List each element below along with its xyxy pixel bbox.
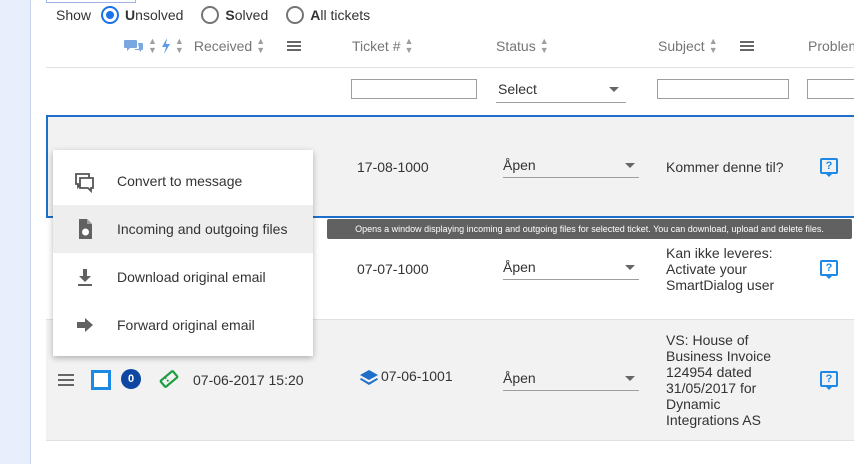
show-label: Show	[56, 7, 92, 23]
ticket-number[interactable]: 07-07-1000	[357, 261, 429, 277]
ticket-label: Ticket #	[352, 38, 401, 54]
status-filter-select[interactable]: Select	[496, 78, 626, 103]
subject-line: 31/05/2017 for	[666, 380, 757, 396]
left-sidebar-strip	[0, 0, 30, 464]
chevron-down-icon	[625, 163, 635, 168]
header-divider	[46, 67, 854, 68]
subject-line: Kan ikke leveres:	[666, 245, 773, 261]
received-label: Received	[193, 38, 253, 54]
solved-label[interactable]: Solved	[225, 7, 268, 23]
download-icon	[78, 269, 92, 286]
subject-filter-input[interactable]	[657, 79, 789, 99]
ticket-number[interactable]: 17-08-1000	[357, 159, 429, 175]
message-count-badge: 0	[121, 369, 141, 389]
subject-line: Dynamic	[666, 396, 721, 412]
ticket-filter-input[interactable]	[351, 79, 477, 99]
top-tab-edge	[46, 0, 136, 3]
status-filter-value: Select	[498, 81, 537, 97]
sort-icon[interactable]: ▲ ▼	[405, 37, 414, 55]
download-original-email-item[interactable]: Download original email	[53, 253, 313, 301]
column-menu-icon[interactable]	[287, 40, 302, 52]
ticket-subject[interactable]: Kan ikke leveres: Activate your SmartDia…	[666, 245, 774, 293]
menu-item-label: Incoming and outgoing files	[117, 221, 288, 237]
subject-line: Activate your	[666, 261, 747, 277]
lightning-icon	[161, 38, 170, 54]
received-date: 07-06-2017 15:20	[193, 372, 304, 388]
convert-to-message-item[interactable]: Convert to message	[53, 157, 313, 205]
received-column-header[interactable]: ▲ ▼ ▲ ▼ Received ▲ ▼	[124, 36, 302, 56]
column-menu-icon[interactable]	[739, 40, 754, 52]
sort-icon[interactable]: ▲ ▼	[256, 37, 265, 55]
subject-line: Integrations AS	[666, 412, 761, 428]
problem-column-header[interactable]: Problem	[808, 36, 854, 56]
menu-item-label: Forward original email	[117, 317, 255, 333]
layers-icon	[360, 370, 378, 385]
problem-icon[interactable]: ?	[820, 371, 838, 390]
status-value: Åpen	[503, 157, 536, 173]
problem-icon[interactable]: ?	[820, 158, 838, 177]
incoming-outgoing-files-item[interactable]: Incoming and outgoing files	[53, 205, 313, 253]
ticket-tag-icon	[159, 370, 179, 388]
row-menu-icon[interactable]	[58, 374, 74, 386]
problem-filter-input[interactable]	[807, 79, 854, 99]
unsolved-radio[interactable]	[101, 6, 120, 24]
status-value: Åpen	[503, 370, 536, 386]
status-column-header[interactable]: Status ▲ ▼	[496, 36, 549, 56]
ticket-number[interactable]: 07-06-1001	[381, 368, 453, 384]
subject-line: VS: House of	[666, 332, 749, 348]
chat-icon	[124, 40, 143, 52]
ticket-column-header[interactable]: Ticket # ▲ ▼	[352, 36, 413, 56]
chevron-down-icon	[625, 265, 635, 270]
forward-icon	[77, 318, 93, 332]
status-select[interactable]: Åpen	[503, 368, 639, 391]
ticket-subject[interactable]: VS: House of Business Invoice 124954 dat…	[666, 332, 771, 428]
menu-item-label: Convert to message	[117, 173, 243, 189]
status-label: Status	[496, 38, 536, 54]
chevron-down-icon	[609, 87, 619, 92]
all-tickets-radio[interactable]	[286, 6, 305, 24]
files-tooltip: Opens a window displaying incoming and o…	[327, 219, 852, 239]
files-icon	[79, 219, 92, 239]
problem-label: Problem	[808, 38, 854, 54]
subject-line: 124954 dated	[666, 364, 752, 380]
sort-icon[interactable]: ▲ ▼	[709, 37, 718, 55]
subject-line: Business Invoice	[666, 348, 772, 364]
sort-icon[interactable]: ▲ ▼	[148, 37, 157, 55]
all-tickets-label[interactable]: All tickets	[310, 7, 370, 23]
subject-column-header[interactable]: Subject ▲ ▼	[658, 36, 754, 56]
unsolved-label[interactable]: Unsolved	[125, 7, 183, 23]
sort-icon[interactable]: ▲ ▼	[540, 37, 549, 55]
row-divider	[46, 440, 854, 441]
status-value: Åpen	[503, 259, 536, 275]
problem-icon[interactable]: ?	[820, 260, 838, 279]
solved-radio[interactable]	[201, 6, 220, 24]
ticket-subject[interactable]: Kommer denne til?	[666, 159, 784, 175]
subject-line: SmartDialog user	[666, 277, 775, 293]
sort-icon[interactable]: ▲ ▼	[175, 37, 184, 55]
sidebar-divider	[30, 0, 31, 464]
row-context-menu: Convert to message Incoming and outgoing…	[53, 150, 313, 356]
show-filter: Show Unsolved Solved All tickets	[56, 5, 378, 25]
status-select[interactable]: Åpen	[503, 155, 639, 178]
subject-label: Subject	[658, 38, 705, 54]
convert-message-icon	[75, 173, 94, 193]
chevron-down-icon	[625, 376, 635, 381]
status-select[interactable]: Åpen	[503, 257, 639, 280]
menu-item-label: Download original email	[117, 269, 266, 285]
row-checkbox[interactable]	[91, 370, 111, 390]
forward-original-email-item[interactable]: Forward original email	[53, 301, 313, 349]
